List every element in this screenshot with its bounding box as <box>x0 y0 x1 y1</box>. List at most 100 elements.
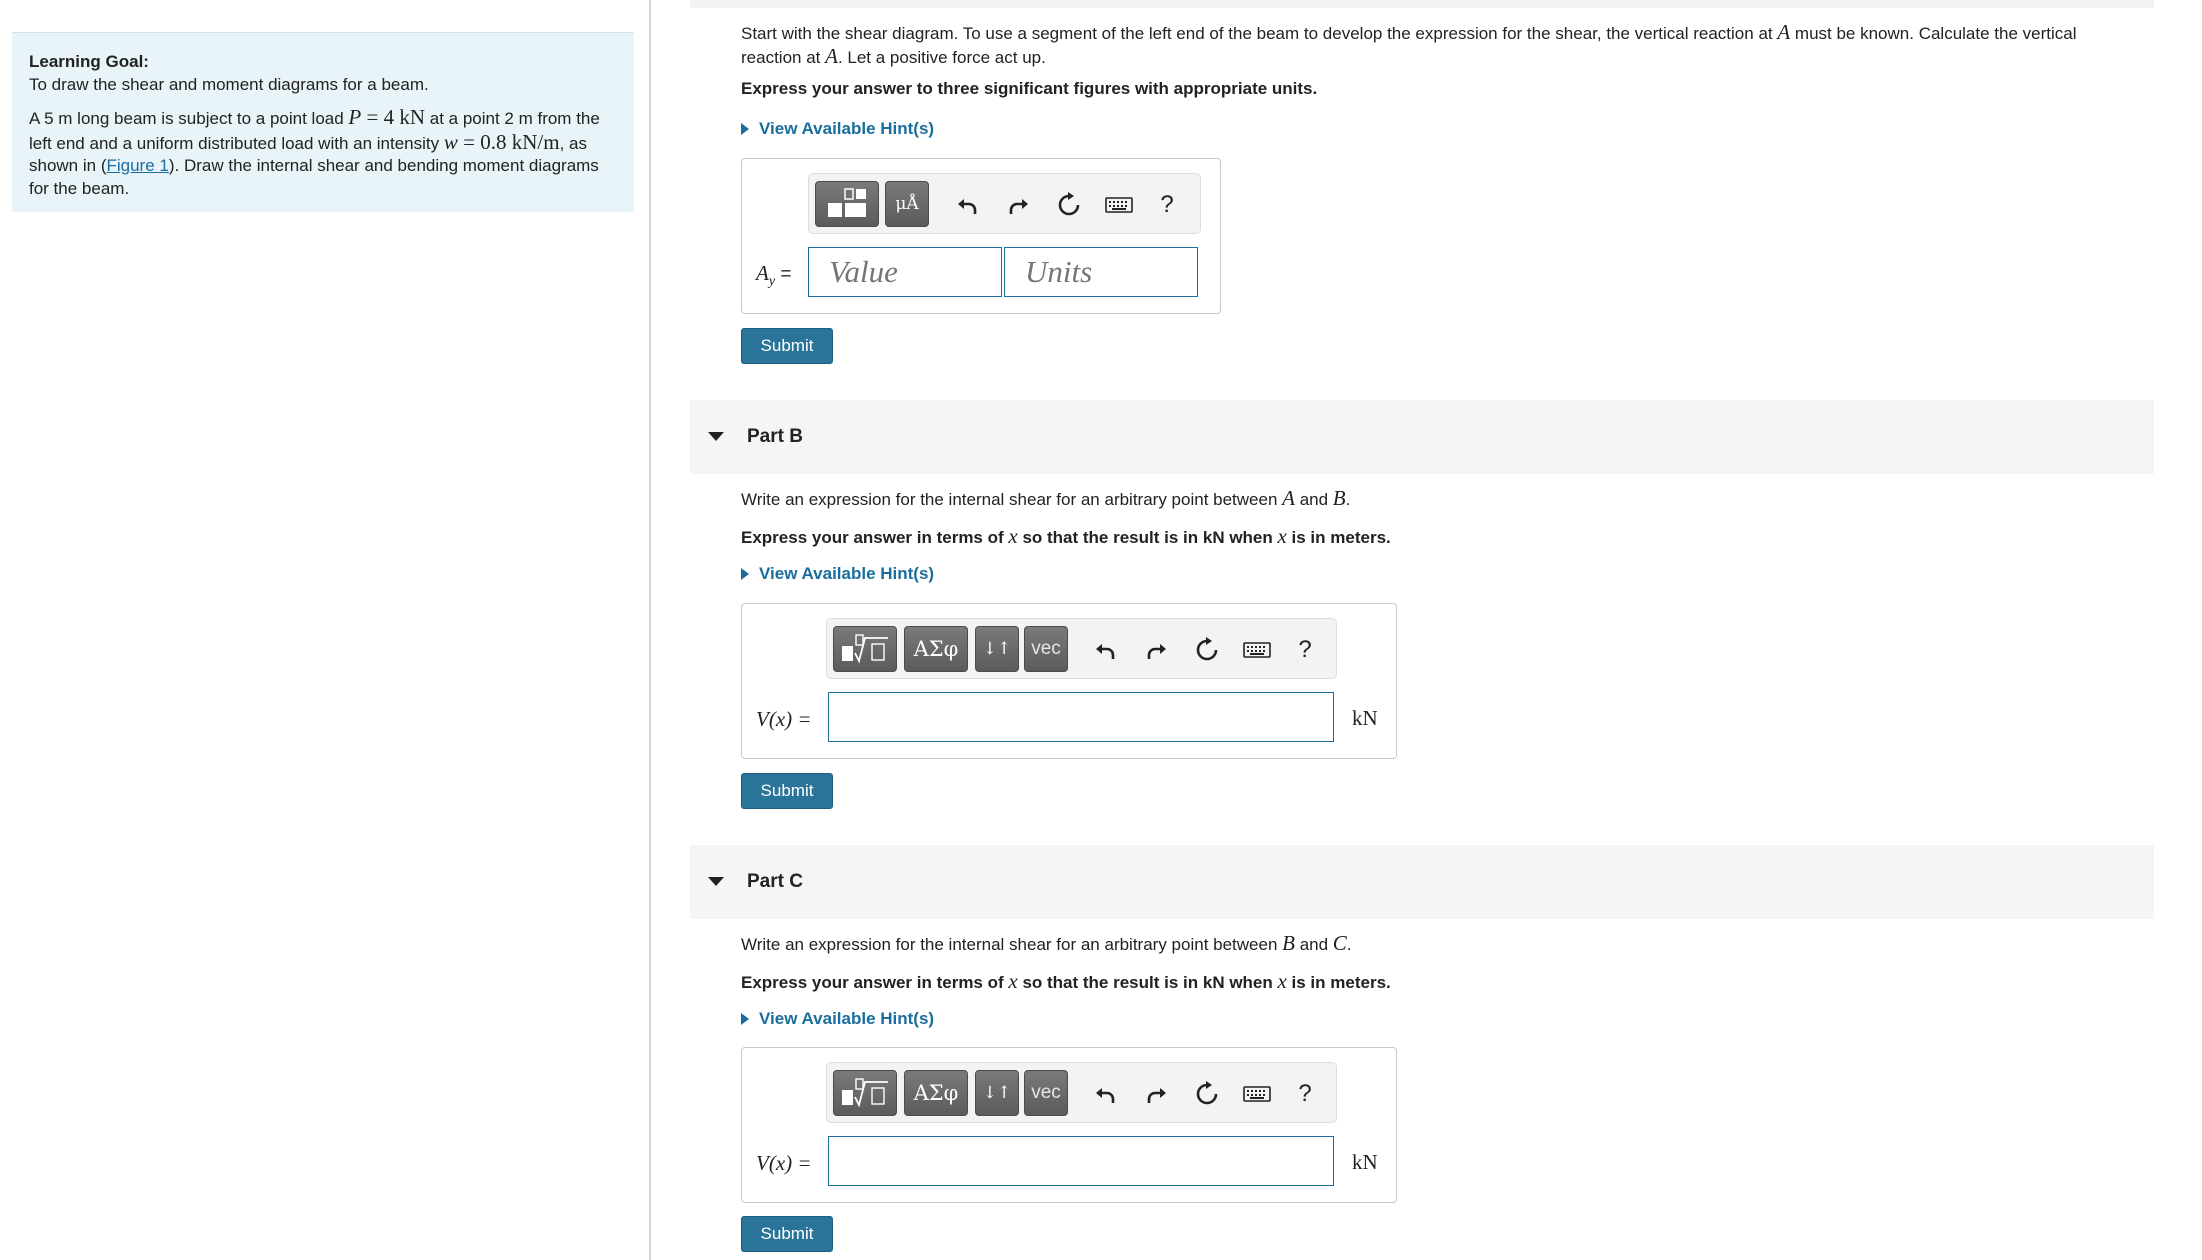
undo-button[interactable] <box>951 189 983 221</box>
keyboard-button[interactable] <box>1241 1078 1273 1110</box>
math-A: A <box>756 261 769 285</box>
reset-button[interactable] <box>1053 189 1085 221</box>
undo-icon <box>958 199 977 214</box>
math-x: x <box>1277 969 1287 993</box>
expression-input[interactable] <box>828 692 1334 742</box>
prompt-text: Start with the shear diagram. To use a s… <box>741 24 1778 43</box>
instr-text: so that the result is in kN when <box>1017 528 1278 547</box>
math-x: x <box>1008 524 1018 548</box>
math-x: x <box>1008 969 1018 993</box>
math-A: A <box>1777 20 1791 44</box>
part-c-input-label: V(x) = <box>756 1151 812 1175</box>
left-panel: Learning Goal: To draw the shear and mom… <box>0 0 651 1260</box>
part-c-prompt: Write an expression for the internal she… <box>741 932 2141 956</box>
templates-button[interactable] <box>833 1070 897 1116</box>
arrows-button[interactable]: ↓↑ <box>975 1070 1019 1116</box>
desc-text: A 5 m long beam is subject to a point lo… <box>29 109 349 128</box>
undo-icon <box>1096 644 1115 659</box>
undo-icon <box>1096 1088 1115 1103</box>
help-button[interactable]: ? <box>1151 189 1183 221</box>
part-c-math-toolbar: ΑΣφ ↓↑ vec ? <box>826 1062 1337 1123</box>
part-a-math-toolbar: μÅ ? <box>808 173 1201 234</box>
part-b-submit-button[interactable]: Submit <box>741 773 833 809</box>
caret-right-icon <box>741 568 749 580</box>
hint-label: View Available Hint(s) <box>759 1009 935 1028</box>
part-c-hint-link[interactable]: View Available Hint(s) <box>741 1009 934 1029</box>
part-b-title: Part B <box>747 426 803 447</box>
help-icon: ? <box>1298 1080 1312 1107</box>
value-input[interactable] <box>808 247 1002 297</box>
math-w-value: = 0.8 kN/m <box>457 129 560 154</box>
greek-symbols-button[interactable]: ΑΣφ <box>904 1070 968 1116</box>
part-b-hint-link[interactable]: View Available Hint(s) <box>741 564 934 584</box>
part-a-submit-button[interactable]: Submit <box>741 328 833 364</box>
instr-text: Express your answer in terms of <box>741 973 1009 992</box>
learning-goal-subtitle: To draw the shear and moment diagrams fo… <box>29 74 429 94</box>
keyboard-button[interactable] <box>1241 634 1273 666</box>
questions-column: Start with the shear diagram. To use a s… <box>690 0 2154 1260</box>
hint-label: View Available Hint(s) <box>759 564 935 583</box>
math-B: B <box>1282 931 1295 955</box>
part-a-hint-link[interactable]: View Available Hint(s) <box>741 119 934 139</box>
instr-text: is in meters. <box>1286 528 1391 547</box>
part-c-submit-button[interactable]: Submit <box>741 1216 833 1252</box>
help-button[interactable]: ? <box>1289 1078 1321 1110</box>
redo-button[interactable] <box>1003 189 1035 221</box>
redo-icon <box>1147 1088 1166 1103</box>
arrows-icon: ↓↑ <box>982 639 1012 659</box>
templates-button[interactable] <box>833 626 897 672</box>
problem-description: A 5 m long beam is subject to a point lo… <box>29 106 617 200</box>
greek-label: ΑΣφ <box>913 1081 959 1105</box>
vector-button[interactable]: vec <box>1024 1070 1068 1116</box>
prompt-text: . <box>1346 935 1352 954</box>
math-x: x <box>1277 524 1287 548</box>
templates-icon <box>828 188 866 217</box>
units-input[interactable] <box>1004 247 1198 297</box>
templates-button[interactable] <box>815 181 879 227</box>
prompt-text: and <box>1294 490 1333 509</box>
math-B: B <box>1332 486 1346 510</box>
instr-text: is in meters. <box>1286 973 1391 992</box>
templates-radical-icon <box>842 1078 888 1108</box>
part-b-instruction: Express your answer in terms of x so tha… <box>741 524 1391 549</box>
redo-button[interactable] <box>1141 634 1173 666</box>
part-c-instruction: Express your answer in terms of x so tha… <box>741 969 1391 994</box>
unit-label: kN <box>1352 706 1378 730</box>
greek-symbols-button[interactable]: ΑΣφ <box>904 626 968 672</box>
part-a-input-label: Ay = <box>756 261 791 290</box>
caret-right-icon <box>741 123 749 135</box>
arrows-button[interactable]: ↓↑ <box>975 626 1019 672</box>
part-b-prompt: Write an expression for the internal she… <box>741 487 2141 511</box>
expression-input[interactable] <box>828 1136 1334 1186</box>
undo-button[interactable] <box>1089 1078 1121 1110</box>
reset-icon <box>1196 1081 1218 1105</box>
units-button[interactable]: μÅ <box>885 181 929 227</box>
figure-1-link[interactable]: Figure 1 <box>106 156 168 175</box>
math-A: A <box>1282 486 1295 510</box>
part-a-instruction: Express your answer to three significant… <box>741 79 1318 98</box>
help-icon: ? <box>1298 636 1312 663</box>
part-b-header[interactable]: Part B <box>690 400 2154 474</box>
keyboard-icon <box>1243 1086 1271 1102</box>
help-button[interactable]: ? <box>1289 634 1321 666</box>
redo-icon <box>1009 199 1028 214</box>
reset-button[interactable] <box>1191 634 1223 666</box>
redo-icon <box>1147 644 1166 659</box>
learning-goal-title: Learning Goal: <box>29 52 149 71</box>
vec-label: vec <box>1031 1082 1061 1103</box>
keyboard-icon <box>1105 197 1133 213</box>
keyboard-icon <box>1243 642 1271 658</box>
caret-down-icon <box>708 432 724 441</box>
undo-button[interactable] <box>1089 634 1121 666</box>
part-a-answer-box: μÅ ? Ay = <box>741 158 1221 314</box>
reset-button[interactable] <box>1191 1078 1223 1110</box>
prompt-text: Write an expression for the internal she… <box>741 935 1283 954</box>
keyboard-button[interactable] <box>1103 189 1135 221</box>
instr-text: Express your answer in terms of <box>741 528 1009 547</box>
redo-button[interactable] <box>1141 1078 1173 1110</box>
part-c-header[interactable]: Part C <box>690 845 2154 919</box>
unit-label: kN <box>1352 1150 1378 1174</box>
math-A: A <box>825 44 838 68</box>
vec-label: vec <box>1031 638 1061 659</box>
vector-button[interactable]: vec <box>1024 626 1068 672</box>
